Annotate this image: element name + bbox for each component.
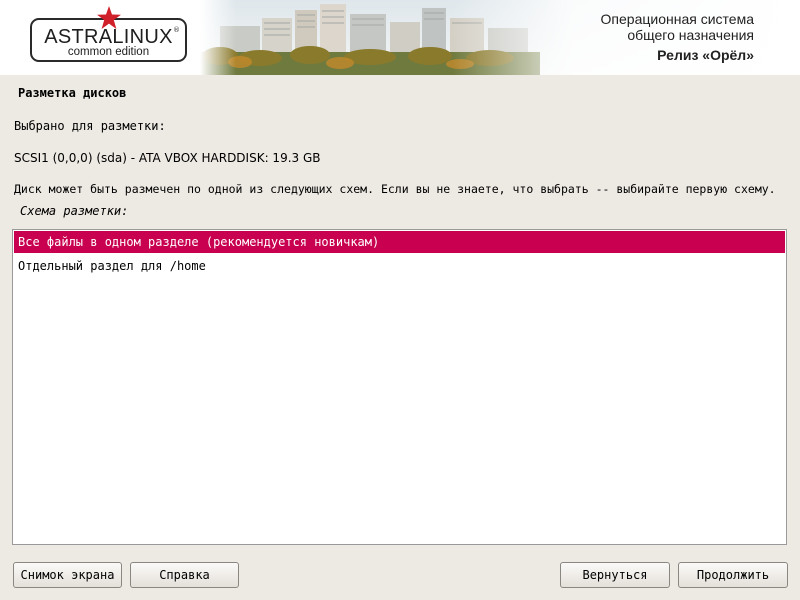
logo-subtitle: common edition xyxy=(67,46,150,58)
continue-button[interactable]: Продолжить xyxy=(678,562,788,588)
partitioning-description: Диск может быть размечен по одной из сле… xyxy=(14,182,776,196)
option-all-in-one-partition[interactable]: Все файлы в одном разделе (рекомендуется… xyxy=(14,231,785,253)
release-name: Релиз «Орёл» xyxy=(657,47,754,63)
selected-for-partitioning-label: Выбрано для разметки: xyxy=(14,119,166,133)
os-line-1: Операционная система xyxy=(600,11,754,27)
option-separate-home[interactable]: Отдельный раздел для /home xyxy=(14,255,785,277)
partitioning-scheme-list[interactable]: Все файлы в одном разделе (рекомендуется… xyxy=(12,229,787,545)
logo-area: ASTRALINUX ® common edition xyxy=(0,0,215,75)
star-icon xyxy=(97,6,121,29)
os-line-2: общего назначения xyxy=(627,27,754,43)
scheme-label: Схема разметки: xyxy=(20,204,129,218)
help-button[interactable]: Справка xyxy=(130,562,239,588)
page-title: Разметка дисков xyxy=(18,86,127,100)
screenshot-button[interactable]: Снимок экрана xyxy=(13,562,122,588)
logo-registered-mark: ® xyxy=(173,26,180,34)
selected-disk: SCSI1 (0,0,0) (sda) - ATA VBOX HARDDISK:… xyxy=(14,151,321,165)
os-description: Операционная система общего назначения Р… xyxy=(601,11,754,65)
header-banner: ASTRALINUX ® common edition Операционная… xyxy=(0,0,800,75)
back-button[interactable]: Вернуться xyxy=(560,562,670,588)
